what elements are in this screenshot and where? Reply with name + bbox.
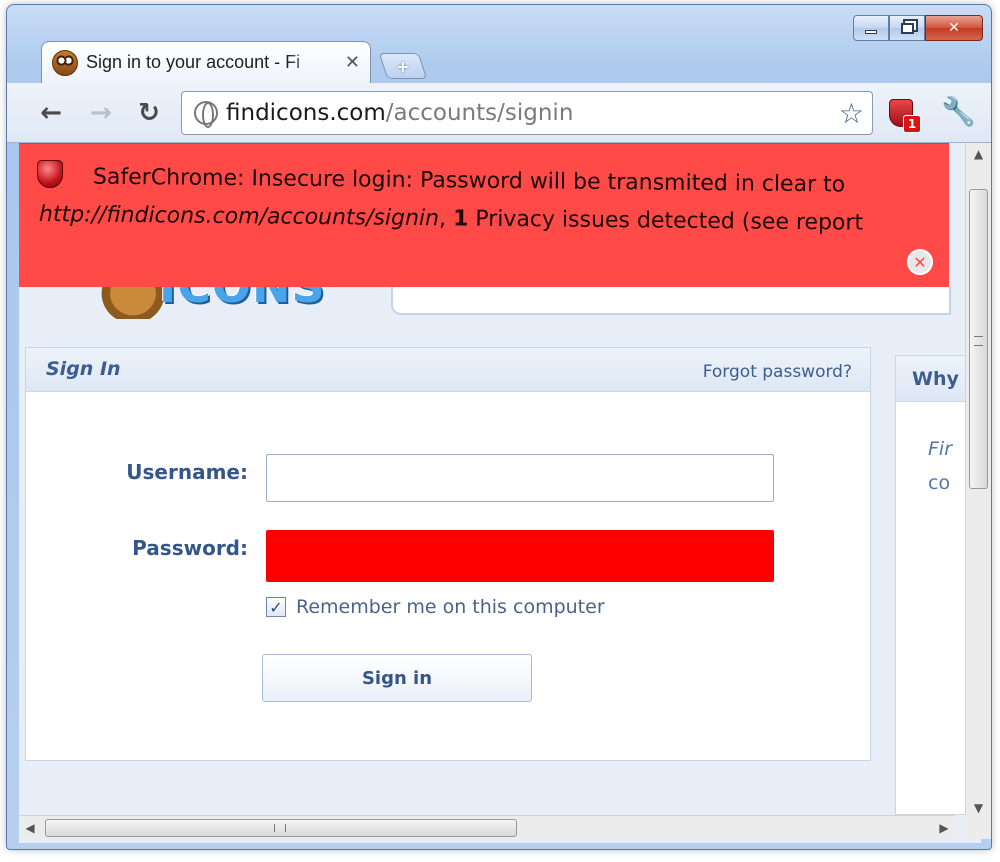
close-window-button[interactable]: ✕ bbox=[925, 15, 983, 41]
infobar-url: http://findicons.com/accounts/signin bbox=[38, 202, 440, 232]
restore-icon bbox=[900, 22, 914, 34]
infobar-prefix: SaferChrome: Insecure login: Password wi… bbox=[92, 164, 846, 198]
browser-tab[interactable]: Sign in to your account - Fi ✕ bbox=[41, 41, 371, 83]
wrench-icon[interactable]: 🔧 bbox=[941, 95, 976, 128]
password-label: Password: bbox=[132, 536, 248, 560]
plus-icon: + bbox=[396, 56, 410, 76]
maximize-button[interactable] bbox=[889, 15, 925, 41]
scroll-left-icon[interactable]: ◀ bbox=[19, 816, 41, 840]
signin-title: Sign In bbox=[46, 358, 121, 380]
username-field[interactable] bbox=[266, 454, 774, 502]
infobar-message-line2: http://findicons.com/accounts/signin, 1 … bbox=[37, 196, 949, 244]
browser-toolbar: ← → ↻ findicons.com/accounts/signin ☆ 1 … bbox=[7, 83, 991, 143]
signin-panel-header: Sign In Forgot password? bbox=[26, 348, 870, 392]
horizontal-scroll-thumb[interactable] bbox=[45, 819, 517, 837]
vertical-scrollbar[interactable]: ▲ ▼ bbox=[965, 143, 991, 819]
globe-icon bbox=[194, 101, 218, 128]
scroll-right-icon[interactable]: ▶ bbox=[933, 816, 955, 840]
minimize-icon bbox=[865, 30, 877, 34]
extension-badge: 1 bbox=[903, 115, 921, 133]
url-host: findicons.com bbox=[226, 100, 386, 126]
why-panel: Why Fir co bbox=[895, 355, 975, 815]
infobar-separator: , bbox=[438, 206, 447, 232]
forgot-password-link[interactable]: Forgot password? bbox=[703, 362, 852, 382]
infobar-suffix: Privacy issues detected (see report bbox=[475, 206, 864, 236]
saferchrome-infobar: SaferChrome: Insecure login: Password wi… bbox=[19, 143, 949, 287]
url-path: /accounts/signin bbox=[385, 100, 574, 126]
saferchrome-extension-button[interactable]: 1 bbox=[889, 99, 921, 135]
remember-checkbox[interactable]: ✓ bbox=[266, 597, 286, 617]
tab-title: Sign in to your account - Fi bbox=[86, 52, 301, 72]
password-field-redacted[interactable] bbox=[266, 530, 774, 582]
browser-window: ✕ Sign in to your account - Fi ✕ + ← → ↻… bbox=[6, 4, 992, 850]
window-caption-buttons: ✕ bbox=[853, 15, 983, 41]
vertical-scroll-thumb[interactable] bbox=[969, 189, 988, 489]
remember-label[interactable]: Remember me on this computer bbox=[296, 596, 605, 618]
infobar-close-icon[interactable]: ✕ bbox=[907, 249, 933, 275]
signin-panel: Sign In Forgot password? Username: Passw… bbox=[25, 347, 871, 761]
infobar-count: 1 bbox=[452, 206, 469, 232]
remember-me[interactable]: ✓ Remember me on this computer bbox=[266, 596, 605, 618]
back-button[interactable]: ← bbox=[33, 95, 69, 131]
scrollbar-corner bbox=[965, 815, 991, 839]
why-panel-text: Fir co bbox=[896, 402, 975, 500]
page-content: SaferChrome: Insecure login: Password wi… bbox=[19, 143, 981, 843]
sign-in-button[interactable]: Sign in bbox=[262, 654, 532, 702]
why-panel-title: Why bbox=[896, 356, 975, 402]
username-label: Username: bbox=[126, 460, 248, 484]
minimize-button[interactable] bbox=[853, 15, 889, 41]
tab-close-icon[interactable]: ✕ bbox=[345, 52, 360, 73]
bookmark-star-icon[interactable]: ☆ bbox=[839, 97, 864, 130]
horizontal-scrollbar[interactable]: ◀ ▶ bbox=[19, 815, 955, 839]
header-search-box bbox=[391, 287, 951, 315]
new-tab-button[interactable]: + bbox=[378, 53, 428, 79]
reload-button[interactable]: ↻ bbox=[131, 95, 167, 131]
address-bar[interactable]: findicons.com/accounts/signin ☆ bbox=[181, 91, 873, 135]
scroll-up-icon[interactable]: ▲ bbox=[966, 143, 991, 165]
forward-button[interactable]: → bbox=[83, 95, 119, 131]
owl-favicon-icon bbox=[52, 49, 78, 76]
